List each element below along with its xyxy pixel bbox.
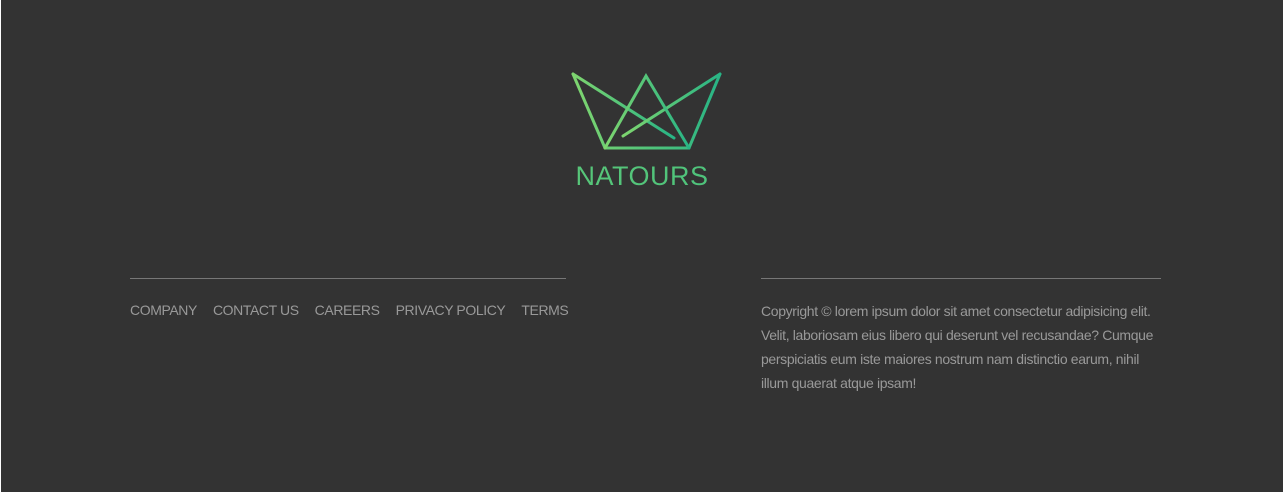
copyright-text: Copyright © lorem ipsum dolor sit amet c… [761, 303, 1154, 391]
footer-link-privacy-policy[interactable]: PRIVACY POLICY [396, 302, 506, 318]
footer-nav-item-privacy-policy: PRIVACY POLICY [396, 300, 506, 320]
footer-link-careers[interactable]: CAREERS [315, 302, 380, 318]
footer-nav: COMPANY CONTACT US CAREERS PRIVACY POLICY TE… [130, 300, 569, 320]
footer-link-terms[interactable]: TERMS [521, 302, 568, 318]
footer-nav-item-company: COMPANY [130, 300, 197, 320]
footer-nav-item-careers: CAREERS [315, 300, 380, 320]
footer-nav-item-contact-us: CONTACT US [213, 300, 299, 320]
brand-name: NATOURS [1, 158, 1283, 194]
footer-logo: NATOURS [1, 0, 1283, 200]
crown-icon [568, 70, 724, 152]
nav-divider [130, 278, 566, 279]
footer: NATOURS COMPANY CONTACT US CAREERS PRIVACY … [1, 0, 1283, 492]
copyright-divider [761, 278, 1161, 279]
footer-nav-item-terms: TERMS [521, 300, 568, 320]
footer-link-contact-us[interactable]: CONTACT US [213, 302, 299, 318]
footer-link-company[interactable]: COMPANY [130, 302, 197, 318]
